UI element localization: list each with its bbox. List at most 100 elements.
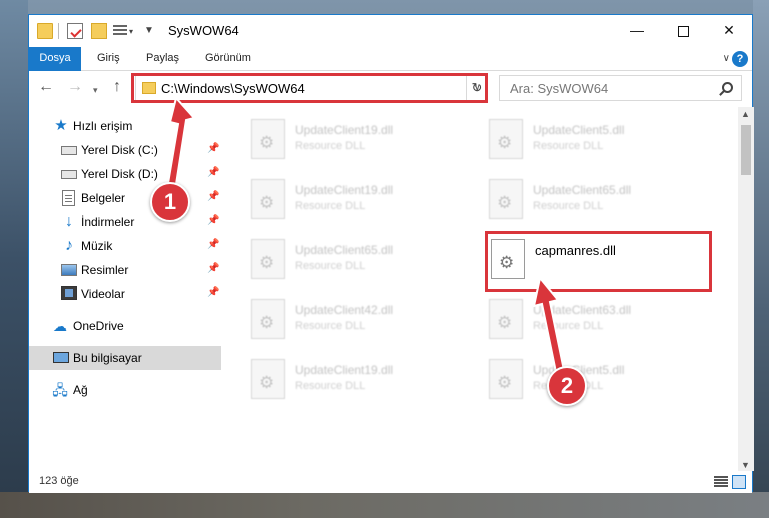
file-item[interactable]: UpdateClient42.dll Resource DLL — [247, 295, 477, 347]
file-type: Resource DLL — [295, 140, 366, 152]
navigation-pane: ★ Hızlı erişim Yerel Disk (C:) 📌 Yerel D… — [29, 107, 221, 471]
expand-ribbon-icon[interactable]: ∨ — [723, 53, 730, 64]
details-view-icon[interactable] — [714, 476, 728, 488]
chevron-down-icon[interactable]: ▾ — [129, 27, 133, 36]
sidebar-item-label: OneDrive — [73, 319, 124, 333]
dll-file-icon — [489, 179, 523, 219]
file-highlight-box — [485, 231, 712, 292]
close-button[interactable]: ✕ — [706, 15, 752, 47]
network-icon: 🖧 — [52, 382, 68, 398]
step-badge-2: 2 — [547, 366, 587, 406]
file-item[interactable]: UpdateClient19.dll Resource DLL — [247, 175, 477, 227]
sidebar-item-local-disk-c[interactable]: Yerel Disk (C:) 📌 — [29, 138, 221, 162]
drive-icon — [61, 170, 77, 179]
dll-file-icon — [251, 239, 285, 279]
item-count: 123 öğe — [39, 475, 79, 487]
tab-view[interactable]: Görünüm — [205, 47, 251, 71]
file-name: UpdateClient63.dll — [533, 303, 632, 317]
quick-access-separator — [58, 23, 59, 39]
forward-arrow-icon[interactable]: → — [67, 79, 83, 95]
file-item[interactable]: UpdateClient5.dll Resource DLL — [485, 115, 715, 167]
pin-icon[interactable]: 📌 — [207, 215, 219, 226]
file-item[interactable]: UpdateClient65.dll Resource DLL — [247, 235, 477, 287]
minimize-button[interactable]: — — [614, 15, 660, 47]
file-name: UpdateClient65.dll — [295, 243, 394, 257]
pin-icon[interactable]: 📌 — [207, 143, 219, 154]
sidebar-item-local-disk-d[interactable]: Yerel Disk (D:) 📌 — [29, 162, 221, 186]
search-input[interactable]: Ara: SysWOW64 — [499, 75, 742, 101]
large-icons-view-icon[interactable] — [732, 475, 746, 489]
scroll-down-icon[interactable]: ▼ — [741, 460, 750, 470]
help-icon[interactable]: ? — [732, 51, 748, 67]
file-item[interactable]: UpdateClient19.dll Resource DLL — [247, 355, 477, 407]
window-title: SysWOW64 — [168, 23, 239, 38]
properties-icon[interactable] — [67, 23, 83, 39]
file-type: Resource DLL — [295, 260, 366, 272]
dll-file-icon — [489, 359, 523, 399]
scrollbar-thumb[interactable] — [741, 125, 751, 175]
sidebar-item-label: Hızlı erişim — [73, 119, 133, 133]
vertical-scrollbar[interactable]: ▲ ▼ — [738, 107, 754, 471]
sidebar-item-downloads[interactable]: ↓ İndirmeler 📌 — [29, 210, 221, 234]
pictures-icon — [61, 264, 77, 276]
pin-icon[interactable]: 📌 — [207, 239, 219, 250]
file-type: Resource DLL — [533, 320, 604, 332]
file-list: UpdateClient19.dll Resource DLL UpdateCl… — [225, 107, 737, 471]
recent-locations-icon[interactable]: ▾ — [93, 82, 98, 98]
tab-file[interactable]: Dosya — [29, 47, 81, 71]
drive-icon — [61, 146, 77, 155]
sidebar-item-label: Belgeler — [81, 191, 126, 205]
ribbon-tabs: Dosya Giriş Paylaş Görünüm ∨ ? — [29, 47, 752, 71]
desktop-wallpaper-bottom — [0, 492, 769, 518]
sidebar-item-onedrive[interactable]: ☁ OneDrive — [29, 314, 221, 338]
address-highlight-box — [131, 73, 488, 103]
pin-icon[interactable]: 📌 — [207, 287, 219, 298]
status-bar: 123 öğe — [29, 471, 752, 493]
view-options-icon[interactable] — [113, 23, 127, 39]
title-bar: ▾ ▼ SysWOW64 — ✕ — [29, 15, 752, 47]
new-folder-icon[interactable] — [91, 23, 107, 39]
file-name: UpdateClient5.dll — [533, 123, 625, 137]
sidebar-item-label: Resimler — [81, 263, 129, 277]
sidebar-item-pictures[interactable]: Resimler 📌 — [29, 258, 221, 282]
pin-icon[interactable]: 📌 — [207, 263, 219, 274]
sidebar-item-music[interactable]: ♪ Müzik 📌 — [29, 234, 221, 258]
downloads-icon: ↓ — [65, 213, 73, 230]
file-item[interactable]: UpdateClient65.dll Resource DLL — [485, 175, 715, 227]
sidebar-item-network[interactable]: 🖧 Ağ — [29, 378, 221, 402]
search-icon[interactable] — [722, 82, 733, 93]
customize-toolbar-icon[interactable]: ▼ — [144, 25, 154, 36]
file-item[interactable]: UpdateClient5.dll Resource DLL — [485, 355, 715, 407]
up-arrow-icon[interactable]: ↑ — [113, 79, 121, 95]
tab-home[interactable]: Giriş — [97, 47, 120, 71]
star-icon: ★ — [54, 117, 68, 134]
file-name: UpdateClient42.dll — [295, 303, 394, 317]
file-item[interactable]: UpdateClient19.dll Resource DLL — [247, 115, 477, 167]
music-icon: ♪ — [65, 237, 73, 254]
file-type: Resource DLL — [533, 200, 604, 212]
scroll-up-icon[interactable]: ▲ — [741, 109, 750, 119]
desktop-wallpaper-left — [0, 0, 28, 518]
sidebar-item-quick-access[interactable]: ★ Hızlı erişim — [29, 114, 221, 138]
videos-icon — [61, 286, 77, 300]
dll-file-icon — [251, 179, 285, 219]
dll-file-icon — [489, 119, 523, 159]
this-pc-icon — [53, 352, 69, 363]
pin-icon[interactable]: 📌 — [207, 191, 219, 202]
desktop-wallpaper-right — [753, 0, 769, 518]
file-name: UpdateClient19.dll — [295, 183, 394, 197]
file-item[interactable]: UpdateClient63.dll Resource DLL — [485, 295, 715, 347]
pin-icon[interactable]: 📌 — [207, 167, 219, 178]
file-name: UpdateClient19.dll — [295, 123, 394, 137]
tab-share[interactable]: Paylaş — [146, 47, 179, 71]
back-arrow-icon[interactable]: ← — [38, 79, 54, 95]
sidebar-item-label: Yerel Disk (C:) — [81, 143, 158, 157]
sidebar-item-documents[interactable]: Belgeler 📌 — [29, 186, 221, 210]
maximize-button[interactable] — [660, 15, 706, 47]
sidebar-item-videos[interactable]: Videolar 📌 — [29, 282, 221, 306]
documents-icon — [62, 190, 75, 206]
dll-file-icon — [251, 299, 285, 339]
sidebar-item-label: Müzik — [81, 239, 113, 253]
sidebar-item-this-pc[interactable]: Bu bilgisayar — [29, 346, 221, 370]
file-type: Resource DLL — [295, 380, 366, 392]
